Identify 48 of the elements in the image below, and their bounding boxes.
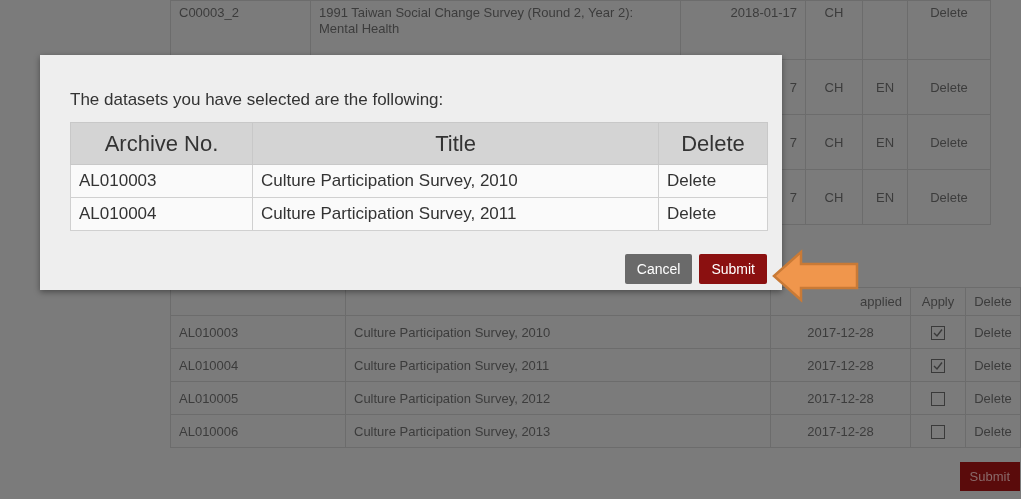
table-cell: 2017-12-28 — [807, 423, 874, 439]
dialog-message: The datasets you have selected are the following: — [70, 90, 445, 110]
table-cell: 2017-12-28 — [807, 390, 874, 406]
delete-link[interactable]: Delete — [930, 79, 968, 95]
table-cell: AL010004 — [179, 357, 239, 373]
delete-link[interactable]: Delete — [930, 134, 968, 150]
table-cell: AL010005 — [179, 390, 239, 406]
table-cell: EN — [875, 189, 895, 205]
table-cell: C00003_2 — [179, 5, 239, 20]
table-cell: Culture Participation Survey, 2013 — [354, 423, 551, 439]
table-cell: CH — [824, 5, 844, 20]
checkbox[interactable] — [931, 424, 945, 439]
table-cell: AL010006 — [179, 423, 239, 439]
column-header: applied — [860, 294, 902, 309]
cancel-button[interactable]: Cancel — [624, 254, 693, 284]
checkbox[interactable] — [931, 358, 945, 373]
column-header: Apply — [921, 294, 955, 309]
delete-link[interactable]: Delete — [930, 189, 968, 205]
table-cell: 7 — [789, 79, 797, 95]
table-cell: AL010003 — [79, 171, 157, 190]
checkbox[interactable] — [931, 391, 945, 406]
table-cell: 2018-01-17 — [730, 5, 797, 20]
table-cell: AL010003 — [179, 324, 239, 340]
table-cell: Culture Participation Survey, 2011 — [354, 357, 550, 373]
table-cell: CH — [824, 134, 844, 150]
column-header: Delete — [974, 294, 1012, 309]
table-cell: Culture Participation Survey, 2010 — [261, 171, 518, 190]
table-cell: CH — [824, 189, 844, 205]
table-cell: Culture Participation Survey, 2010 — [354, 324, 551, 340]
table-cell: 2017-12-28 — [807, 357, 874, 373]
table-cell: EN — [875, 134, 895, 150]
checkbox[interactable] — [931, 325, 945, 340]
column-header: Archive No. — [104, 130, 219, 156]
table-cell: Culture Participation Survey, 2012 — [354, 390, 551, 406]
submit-button[interactable]: Submit — [959, 462, 1020, 491]
table-cell: CH — [824, 79, 844, 95]
submit-button[interactable]: Submit — [699, 254, 767, 284]
table-cell: 7 — [789, 134, 797, 150]
table-cell: 1991 Taiwan Social Change Survey (Round 2, Year 2): Mental Health — [319, 5, 634, 36]
table-cell: AL010004 — [79, 204, 157, 223]
arrow-icon — [771, 249, 861, 303]
column-header: Title — [435, 130, 476, 156]
table-cell: Culture Participation Survey, 2011 — [261, 204, 517, 223]
table-cell: EN — [875, 79, 895, 95]
delete-link[interactable]: Delete — [930, 5, 968, 20]
table-cell: 2017-12-28 — [807, 324, 874, 340]
table-cell: 7 — [789, 189, 797, 205]
column-header: Delete — [681, 130, 745, 156]
